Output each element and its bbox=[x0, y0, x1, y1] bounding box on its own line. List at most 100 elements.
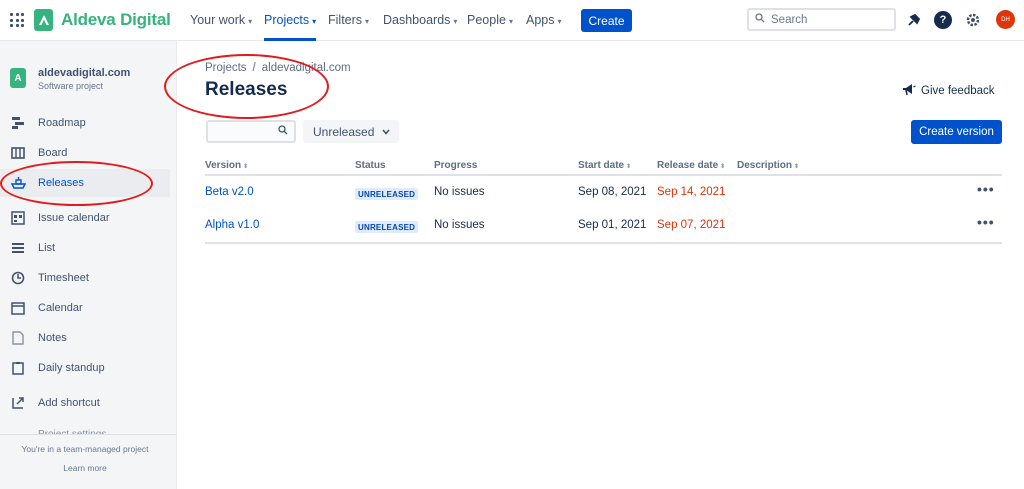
clipboard-icon bbox=[10, 360, 26, 376]
table-bottom-divider bbox=[205, 242, 1002, 244]
start-date: Sep 08, 2021 bbox=[578, 186, 647, 198]
megaphone-icon bbox=[902, 83, 916, 99]
sidebar-item-label: List bbox=[38, 242, 56, 254]
chevron-down-icon: ▾ bbox=[365, 17, 370, 26]
notes-icon bbox=[10, 330, 26, 346]
project-name: aldevadigital.com bbox=[38, 67, 131, 79]
nav-your-work[interactable]: Your work ▾ bbox=[190, 13, 252, 27]
sidebar-item-label: Daily standup bbox=[38, 362, 105, 374]
sidebar-item-board[interactable]: Board bbox=[0, 139, 170, 167]
version-search-input[interactable] bbox=[206, 120, 296, 143]
chevron-down-icon bbox=[382, 127, 390, 137]
sort-icon: ⬍ bbox=[626, 164, 632, 170]
table-header-divider bbox=[205, 174, 1002, 176]
user-avatar[interactable]: DH bbox=[996, 10, 1015, 29]
sidebar-item-label: Add shortcut bbox=[38, 397, 100, 409]
column-header-description[interactable]: Description ⬍ bbox=[737, 160, 799, 171]
sidebar-item-list[interactable]: List bbox=[0, 234, 170, 262]
chevron-down-icon: ▾ bbox=[557, 17, 562, 26]
learn-more-link[interactable]: Learn more bbox=[0, 463, 170, 473]
breadcrumb-project-link[interactable]: aldevadigital.com bbox=[262, 62, 351, 74]
column-header-version[interactable]: Version ⬍ bbox=[205, 160, 248, 171]
board-icon bbox=[10, 145, 26, 161]
create-button[interactable]: Create bbox=[581, 9, 632, 32]
sort-icon: ⬍ bbox=[720, 164, 726, 170]
project-sidebar: A aldevadigital.com Software project Roa… bbox=[0, 41, 177, 489]
column-header-progress: Progress bbox=[434, 160, 478, 171]
chevron-down-icon: ▾ bbox=[312, 17, 317, 26]
calendar-grid-icon bbox=[10, 210, 26, 226]
column-header-release-date[interactable]: Release date ⬍ bbox=[657, 160, 725, 171]
status-filter-value: Unreleased bbox=[313, 124, 375, 139]
sidebar-item-timesheet[interactable]: Timesheet bbox=[0, 264, 170, 292]
page-title: Releases bbox=[205, 79, 288, 100]
nav-people[interactable]: People ▾ bbox=[467, 13, 513, 27]
add-shortcut-icon bbox=[10, 395, 26, 411]
roadmap-icon bbox=[10, 115, 26, 131]
sidebar-item-calendar[interactable]: Calendar bbox=[0, 294, 170, 322]
status-filter-dropdown[interactable]: Unreleased bbox=[303, 120, 399, 143]
help-icon[interactable]: ? bbox=[934, 11, 952, 29]
sidebar-item-daily-standup[interactable]: Daily standup bbox=[0, 354, 170, 382]
status-badge: UNRELEASED bbox=[355, 188, 419, 200]
sidebar-item-issue-calendar[interactable]: Issue calendar bbox=[0, 204, 170, 232]
project-type: Software project bbox=[38, 81, 104, 91]
sidebar-divider bbox=[0, 434, 177, 435]
top-navigation: Aldeva Digital Your work ▾ Projects ▾ Filt… bbox=[0, 0, 1024, 41]
notifications-icon[interactable] bbox=[904, 11, 922, 29]
sidebar-item-releases[interactable]: Releases bbox=[0, 169, 170, 197]
search-icon bbox=[755, 13, 765, 26]
brand-name: Aldeva Digital bbox=[61, 10, 171, 29]
start-date: Sep 01, 2021 bbox=[578, 219, 647, 231]
nav-apps[interactable]: Apps ▾ bbox=[526, 13, 562, 27]
calendar-icon bbox=[10, 300, 26, 316]
column-header-status: Status bbox=[355, 160, 386, 171]
chevron-down-icon: ▾ bbox=[508, 17, 513, 26]
breadcrumb-separator: / bbox=[252, 62, 256, 74]
search-icon bbox=[278, 125, 288, 138]
brand-logo-icon bbox=[34, 9, 53, 31]
app-switcher-icon[interactable] bbox=[10, 13, 24, 27]
breadcrumb: Projects / aldevadigital.com bbox=[205, 62, 351, 74]
create-version-button[interactable]: Create version bbox=[911, 120, 1002, 144]
sidebar-item-add-shortcut[interactable]: Add shortcut bbox=[0, 389, 170, 417]
more-actions-icon[interactable]: ••• bbox=[977, 181, 995, 197]
status-badge: UNRELEASED bbox=[355, 221, 419, 233]
settings-gear-icon[interactable] bbox=[964, 11, 982, 29]
ship-icon bbox=[10, 175, 26, 191]
chevron-down-icon: ▾ bbox=[248, 17, 253, 26]
more-actions-icon[interactable]: ••• bbox=[977, 214, 995, 230]
sidebar-item-label: Releases bbox=[38, 177, 84, 189]
project-avatar-icon: A bbox=[10, 68, 26, 88]
sort-icon: ⬍ bbox=[794, 164, 800, 170]
sidebar-item-notes[interactable]: Notes bbox=[0, 324, 170, 352]
nav-dashboards[interactable]: Dashboards ▾ bbox=[383, 13, 457, 27]
team-managed-note: You're in a team-managed project bbox=[21, 444, 149, 454]
sidebar-item-roadmap[interactable]: Roadmap bbox=[0, 109, 170, 137]
progress-text: No issues bbox=[434, 186, 485, 198]
nav-projects[interactable]: Projects ▾ bbox=[264, 13, 317, 41]
progress-text: No issues bbox=[434, 219, 485, 231]
sidebar-item-label: Timesheet bbox=[38, 272, 89, 284]
column-header-start-date[interactable]: Start date ⬍ bbox=[578, 160, 631, 171]
brand-logo[interactable]: Aldeva Digital bbox=[34, 9, 171, 31]
breadcrumb-projects-link[interactable]: Projects bbox=[205, 62, 247, 74]
sort-icon: ⬍ bbox=[243, 164, 249, 170]
version-link[interactable]: Alpha v1.0 bbox=[205, 219, 259, 231]
search-input[interactable]: Search bbox=[747, 8, 896, 31]
search-placeholder: Search bbox=[771, 13, 808, 26]
sidebar-item-label: Calendar bbox=[38, 302, 83, 314]
nav-filters[interactable]: Filters ▾ bbox=[328, 13, 369, 27]
list-icon bbox=[10, 240, 26, 256]
release-date: Sep 07, 2021 bbox=[657, 219, 726, 231]
chevron-down-icon: ▾ bbox=[453, 17, 458, 26]
sidebar-item-label: Board bbox=[38, 147, 68, 159]
release-date: Sep 14, 2021 bbox=[657, 186, 726, 198]
clock-icon bbox=[10, 270, 26, 286]
sidebar-item-label: Issue calendar bbox=[38, 212, 110, 224]
give-feedback-button[interactable]: Give feedback bbox=[902, 83, 995, 99]
give-feedback-label: Give feedback bbox=[921, 85, 995, 97]
sidebar-item-label: Notes bbox=[38, 332, 67, 344]
sidebar-item-label: Roadmap bbox=[38, 117, 86, 129]
version-link[interactable]: Beta v2.0 bbox=[205, 186, 254, 198]
